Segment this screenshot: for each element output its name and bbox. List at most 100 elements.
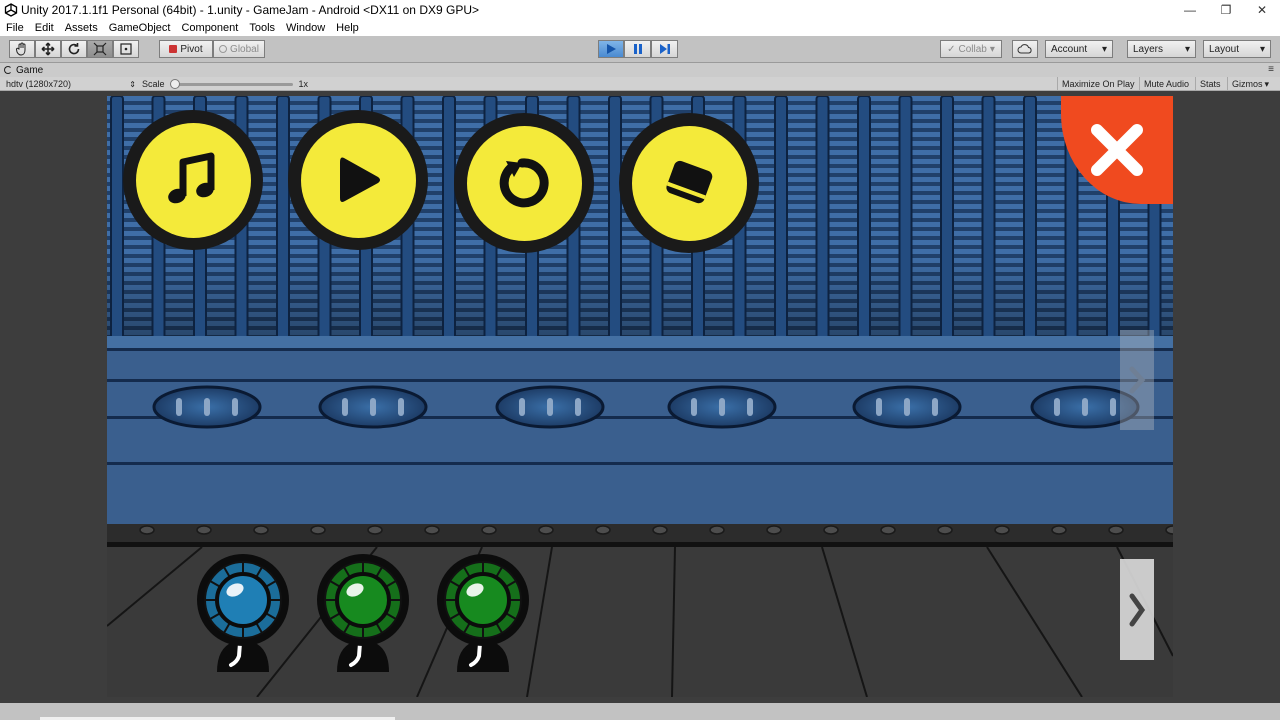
wall-bar (276, 96, 290, 343)
rivet (481, 525, 497, 535)
rivet (652, 525, 668, 535)
conveyor-hole (667, 385, 777, 429)
maximize-on-play-toggle[interactable]: Maximize On Play (1057, 77, 1139, 91)
rect-tool-button[interactable] (113, 40, 139, 58)
restart-button[interactable] (454, 113, 594, 253)
scale-icon (93, 42, 107, 56)
wall-bar (442, 96, 456, 343)
play-controls (598, 40, 678, 58)
maximize-on-play-label: Maximize On Play (1062, 79, 1135, 89)
pause-icon (633, 44, 642, 54)
scale-tool-button[interactable] (87, 40, 113, 58)
menu-component[interactable]: Component (175, 22, 243, 34)
account-dropdown[interactable]: Account ▾ (1045, 40, 1113, 58)
menu-help[interactable]: Help (330, 22, 364, 34)
hand-tool-button[interactable] (9, 40, 35, 58)
wall-bar (774, 96, 788, 343)
move-tool-button[interactable] (35, 40, 61, 58)
menu-bar: File Edit Assets GameObject Component To… (0, 20, 1280, 36)
music-note-icon (168, 152, 215, 204)
conveyor-next-arrow[interactable] (1120, 330, 1154, 430)
rivet (1051, 525, 1067, 535)
unity-logo-icon (4, 3, 18, 17)
machine-orb-icon (437, 554, 529, 672)
wall-bar (981, 96, 996, 343)
wall-bar (898, 96, 913, 343)
resolution-dropdown[interactable]: hdtv (1280x720) ⇕ (6, 78, 136, 90)
restore-button[interactable]: ❐ (1208, 0, 1244, 20)
machine-orb-icon (317, 554, 409, 672)
gizmos-dropdown[interactable]: Gizmos ▾ (1227, 77, 1273, 91)
scale-slider-handle[interactable] (169, 78, 180, 89)
rivet (766, 525, 782, 535)
rivet (823, 525, 839, 535)
game-view-controls: hdtv (1280x720) ⇕ Scale 1x Maximize On P… (0, 77, 1280, 91)
rivet (538, 525, 554, 535)
tab-menu-icon[interactable]: ≡ (1268, 64, 1274, 75)
chevron-down-icon: ▾ (1101, 43, 1107, 55)
layout-dropdown[interactable]: Layout ▾ (1203, 40, 1271, 58)
menu-assets[interactable]: Assets (59, 22, 103, 34)
menu-tools[interactable]: Tools (243, 22, 280, 34)
chevron-down-icon: ▾ (989, 43, 995, 55)
wall-bar (110, 96, 124, 343)
eraser-icon (666, 160, 713, 204)
rotate-tool-button[interactable] (61, 40, 87, 58)
menu-window[interactable]: Window (280, 22, 330, 34)
global-button[interactable]: Global (213, 40, 265, 58)
wall-bar (1023, 96, 1037, 343)
resolution-label: hdtv (1280x720) (6, 79, 72, 89)
cloud-group (1012, 40, 1038, 58)
global-label: Global (230, 43, 259, 55)
eraser-button[interactable] (619, 113, 759, 253)
game-tab-row: Game ≡ (0, 63, 1280, 77)
rivet (310, 525, 326, 535)
wall-bar (940, 96, 954, 343)
conveyor-hole (318, 385, 428, 429)
layout-group: Layout ▾ (1203, 40, 1271, 58)
machine-orb-icon (197, 554, 289, 672)
conveyor-hole (495, 385, 605, 429)
menu-file[interactable]: File (0, 22, 29, 34)
rivet (424, 525, 440, 535)
close-window-button[interactable]: ✕ (1244, 0, 1280, 20)
window-title: Unity 2017.1.1f1 Personal (64bit) - 1.un… (21, 3, 480, 17)
play-toolbar-icon (607, 44, 616, 54)
music-button[interactable] (123, 110, 263, 250)
machines-next-arrow[interactable] (1120, 559, 1154, 660)
pivot-button[interactable]: Pivot (159, 40, 213, 58)
rivet (880, 525, 896, 535)
menu-gameobject[interactable]: GameObject (103, 22, 176, 34)
machine-orb-button[interactable] (193, 552, 293, 680)
chevron-down-icon: ▾ (1264, 78, 1270, 89)
cloud-button[interactable] (1012, 40, 1038, 58)
cloud-icon (1017, 44, 1032, 54)
mute-audio-label: Mute Audio (1144, 79, 1190, 89)
play-button[interactable] (598, 40, 624, 58)
step-button[interactable] (651, 40, 678, 58)
rivet (1108, 525, 1124, 535)
machine-orb-button[interactable] (313, 552, 413, 680)
play-game-button[interactable] (288, 110, 428, 250)
mute-audio-toggle[interactable]: Mute Audio (1139, 77, 1193, 91)
machine-orb-button[interactable] (433, 552, 533, 680)
scale-label: Scale (142, 79, 165, 89)
conveyor-hole (152, 385, 262, 429)
minimize-button[interactable]: — (1172, 0, 1208, 20)
scale-control: Scale 1x (142, 78, 308, 90)
scale-value: 1x (298, 79, 309, 89)
rivet (709, 525, 725, 535)
main-toolbar: Pivot Global ✓ Collab ▾ Account ▾ Layers… (0, 36, 1280, 63)
stats-toggle[interactable]: Stats (1195, 77, 1225, 91)
layers-dropdown[interactable]: Layers ▾ (1127, 40, 1196, 58)
collab-group: ✓ Collab ▾ (940, 40, 1002, 58)
game-tab-icon (4, 66, 12, 74)
chevron-down-icon: ▾ (1184, 43, 1190, 55)
menu-edit[interactable]: Edit (29, 22, 59, 34)
tab-game[interactable]: Game (4, 63, 43, 77)
eraser-button-face (631, 125, 747, 241)
collab-button[interactable]: ✓ Collab ▾ (940, 40, 1002, 58)
chevron-down-icon: ▾ (1259, 43, 1265, 55)
scale-slider[interactable] (169, 78, 293, 89)
pause-button[interactable] (624, 40, 651, 58)
